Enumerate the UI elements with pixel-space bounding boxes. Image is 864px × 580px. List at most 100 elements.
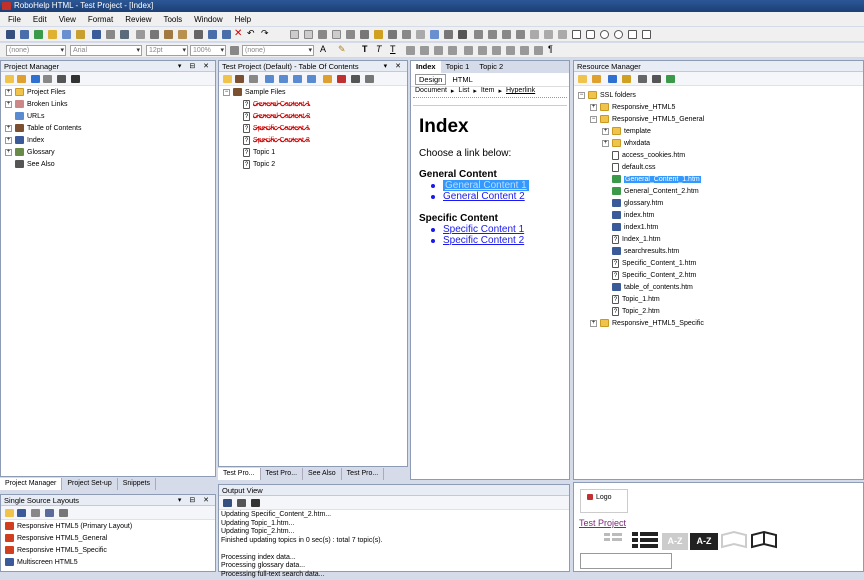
menu-review[interactable]: Review (125, 15, 151, 24)
border-icon[interactable] (530, 30, 539, 39)
image-icon[interactable] (318, 30, 327, 39)
document-body[interactable]: Index Choose a link below: General Conte… (411, 106, 569, 466)
tree-item-index[interactable]: + Index (5, 135, 44, 146)
align-left-icon[interactable] (406, 46, 415, 55)
tree-item-broken-links[interactable]: + Broken Links (5, 99, 67, 110)
arrow-down-icon[interactable] (307, 75, 316, 83)
resource-file[interactable]: access_cookies.htm (612, 150, 685, 161)
tree-item-project-files[interactable]: + Project Files (5, 87, 66, 98)
breadcrumb-item[interactable]: Item (481, 87, 495, 97)
justify-icon[interactable] (448, 46, 457, 55)
style-dropdown[interactable]: (none) (6, 45, 66, 56)
project-link[interactable]: Test Project (579, 518, 626, 528)
cut-icon[interactable] (136, 30, 145, 39)
zoom-dropdown[interactable]: 100% (190, 45, 226, 56)
filter-icon[interactable] (608, 75, 617, 83)
tab-index[interactable]: Index (411, 61, 441, 73)
new-page-icon[interactable] (235, 75, 244, 83)
search-input[interactable] (580, 553, 672, 569)
toc-item[interactable]: ? General Content 2 (243, 111, 310, 122)
align-center-icon[interactable] (420, 46, 429, 55)
font-size-dropdown[interactable]: 12pt (146, 45, 188, 56)
table-icon[interactable] (332, 30, 341, 39)
index-az-button-inactive[interactable]: A-Z (662, 533, 688, 550)
resource-file[interactable]: ? Topic_2.htm (612, 306, 660, 317)
menu-view[interactable]: View (59, 15, 76, 24)
field-icon[interactable] (388, 30, 397, 39)
new-folder-icon[interactable] (578, 75, 587, 83)
link-specific-content-1[interactable]: Specific Content 1 (443, 224, 524, 235)
frame-icon[interactable] (558, 30, 567, 39)
polygon-icon[interactable] (628, 30, 637, 39)
batch-icon[interactable] (59, 509, 68, 517)
ssl-item-primary[interactable]: Responsive HTML5 (Primary Layout) (5, 521, 132, 532)
new-folder-icon[interactable] (5, 75, 14, 83)
resource-file[interactable]: glossary.htm (612, 198, 663, 209)
menu-help[interactable]: Help (235, 15, 251, 24)
ssl-item-multiscreen[interactable]: Multiscreen HTML5 (5, 557, 78, 568)
delete-icon[interactable]: ✕ (234, 28, 242, 39)
grid-icon[interactable] (237, 499, 246, 507)
new-page-icon[interactable] (304, 30, 313, 39)
rounded-rect-icon[interactable] (586, 30, 595, 39)
toc-item[interactable]: ? Specific Content 2 (243, 135, 310, 146)
bullets-icon[interactable] (464, 46, 473, 55)
arrow-right-icon[interactable] (279, 75, 288, 83)
html-mode-button[interactable]: HTML (449, 75, 475, 84)
bookmark-icon[interactable] (194, 30, 203, 39)
new-book-icon[interactable] (223, 75, 232, 83)
view-icon[interactable] (62, 30, 71, 39)
spell-icon[interactable] (106, 30, 115, 39)
unlink-icon[interactable] (222, 30, 231, 39)
popup-icon[interactable] (416, 30, 425, 39)
toc-item[interactable]: ? General Content 1 (243, 99, 310, 110)
rect-icon[interactable] (572, 30, 581, 39)
toc-item[interactable]: ? Topic 2 (243, 159, 275, 170)
tab-topic-1[interactable]: Topic 1 (441, 61, 475, 73)
list-icon[interactable] (474, 30, 483, 39)
find-icon[interactable] (71, 75, 80, 83)
auto-create-icon[interactable] (337, 75, 346, 83)
generate-icon[interactable] (48, 30, 57, 39)
resource-file[interactable]: searchresults.htm (612, 246, 679, 257)
breadcrumb-hyperlink[interactable]: Hyperlink (506, 87, 535, 97)
properties-icon[interactable] (43, 75, 52, 83)
glossary-button[interactable] (720, 530, 780, 551)
underline-icon[interactable]: T (390, 44, 396, 54)
panel-controls[interactable]: ▾ ✕ (384, 61, 404, 72)
help-icon[interactable] (92, 30, 101, 39)
link-general-content-2[interactable]: General Content 2 (443, 191, 525, 202)
tree-item-glossary[interactable]: + Glossary (5, 147, 55, 158)
new-topic-icon[interactable] (290, 30, 299, 39)
ssl-item-general[interactable]: Responsive HTML5_General (5, 533, 107, 544)
toc-item[interactable]: ? Specific Content 1 (243, 123, 310, 134)
char-style-dropdown[interactable]: (none) (242, 45, 314, 56)
warning-icon[interactable] (251, 499, 260, 507)
snippet-icon[interactable] (402, 30, 411, 39)
publish-icon[interactable] (45, 509, 54, 517)
numbering-icon[interactable] (478, 46, 487, 55)
tab-project-setup[interactable]: Project Set-up (62, 478, 118, 490)
open-folder-icon[interactable] (592, 75, 601, 83)
numbered-list-icon[interactable] (488, 30, 497, 39)
increase-indent-icon[interactable] (506, 46, 515, 55)
sync-icon[interactable] (351, 75, 360, 83)
properties-icon[interactable] (638, 75, 647, 83)
tree-item-see-also[interactable]: See Also (5, 159, 55, 170)
toc-item[interactable]: ? Topic 1 (243, 147, 275, 158)
redo-icon[interactable]: ↷ (261, 28, 269, 39)
resource-root[interactable]: − SSL folders (578, 90, 636, 101)
view-output-icon[interactable] (31, 509, 40, 517)
spacing-icon[interactable] (534, 46, 543, 55)
outdent-icon[interactable] (502, 30, 511, 39)
undo-icon[interactable]: ↶ (247, 28, 255, 39)
tab-see-also[interactable]: See Also (303, 468, 342, 480)
menu-file[interactable]: File (8, 15, 21, 24)
align-right-icon[interactable] (434, 46, 443, 55)
tab-topic-2[interactable]: Topic 2 (474, 61, 508, 73)
tab-toc-3[interactable]: Test Pro... (342, 468, 385, 480)
resource-file[interactable]: index.htm (612, 210, 654, 221)
folder-icon[interactable] (323, 75, 332, 83)
variable-icon[interactable] (430, 30, 439, 39)
decrease-indent-icon[interactable] (492, 46, 501, 55)
